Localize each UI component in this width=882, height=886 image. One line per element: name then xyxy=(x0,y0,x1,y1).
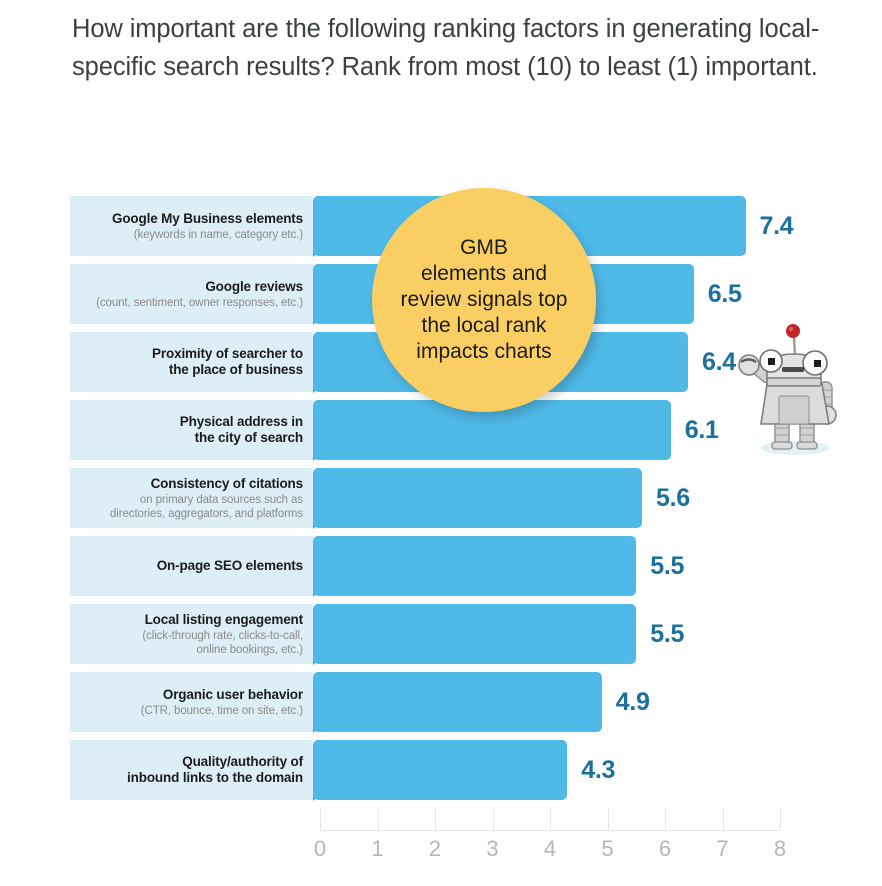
category-label: Proximity of searcher to the place of bu… xyxy=(70,332,308,392)
x-tick-mark xyxy=(435,808,436,830)
x-tick-label: 8 xyxy=(773,836,787,861)
category-label-sub: (count, sentiment, owner responses, etc.… xyxy=(96,296,303,309)
x-tick-label: 7 xyxy=(716,836,729,861)
x-tick-mark xyxy=(550,808,551,830)
bar-value-label: 7.4 xyxy=(759,211,794,240)
bar-value-label: 4.3 xyxy=(581,755,616,784)
x-tick-mark xyxy=(607,808,609,830)
x-tick-mark xyxy=(320,808,321,830)
x-tick-mark xyxy=(722,808,724,830)
bar-value-label: 5.6 xyxy=(656,483,690,512)
callout-bubble: GMB elements and review signals top the … xyxy=(372,188,596,412)
category-label-main: Local listing engagement xyxy=(144,611,304,627)
x-tick-label: 6 xyxy=(658,836,672,861)
category-label-sub: (click-through rate, clicks-to-call, onl… xyxy=(142,629,303,656)
category-label-main: Physical address in the city of search xyxy=(179,414,303,445)
axis-line xyxy=(320,830,780,831)
category-label-sub: (keywords in name, category etc.) xyxy=(133,228,303,241)
category-label-main: Google reviews xyxy=(205,278,303,294)
category-label: Physical address in the city of search xyxy=(70,400,308,460)
x-tick-mark xyxy=(665,808,666,830)
x-tick-label: 4 xyxy=(543,836,557,861)
category-label-main: Quality/authority of inbound links to th… xyxy=(127,754,303,785)
x-tick-mark xyxy=(492,808,494,830)
category-label: Google reviews (count, sentiment, owner r… xyxy=(70,264,308,324)
bar-value-label: 5.5 xyxy=(650,619,685,648)
category-label-main: On-page SEO elements xyxy=(156,558,303,573)
category-label-sub: (CTR, bounce, time on site, etc.) xyxy=(140,704,303,717)
category-label: On-page SEO elements xyxy=(70,536,308,596)
category-label-main: Organic user behavior xyxy=(162,686,303,702)
x-tick-mark xyxy=(377,808,379,830)
x-tick-mark xyxy=(780,808,781,830)
x-tick-label: 5 xyxy=(601,836,614,861)
x-tick-label: 0 xyxy=(313,836,327,861)
category-label: Organic user behavior (CTR, bounce, time … xyxy=(70,672,308,732)
bar xyxy=(313,468,642,528)
category-label: Quality/authority of inbound links to th… xyxy=(70,740,308,800)
robot-mascot-icon xyxy=(737,322,849,457)
x-tick-label: 3 xyxy=(486,836,499,861)
bar-value-label: 6.5 xyxy=(707,279,742,308)
category-label: Local listing engagement (click-through r… xyxy=(70,604,308,664)
callout-text: GMB elements and review signals top the … xyxy=(400,236,568,363)
x-axis: 0 1 2 3 4 5 6 7 8 xyxy=(0,800,882,880)
x-tick-label: 1 xyxy=(371,836,384,861)
bar-chart: Google My Business elements (keywords in … xyxy=(0,0,882,886)
bar xyxy=(313,672,602,732)
bar xyxy=(313,740,568,800)
bar-value-label: 4.9 xyxy=(615,687,650,716)
category-label-main: Proximity of searcher to the place of bu… xyxy=(152,346,303,377)
category-label-main: Google My Business elements xyxy=(111,210,303,226)
bar xyxy=(313,536,637,596)
bar-value-label: 6.4 xyxy=(702,347,736,376)
bar-value-label: 6.1 xyxy=(684,415,719,444)
category-label: Consistency of citations on primary data … xyxy=(70,468,308,528)
category-label-sub: on primary data sources such as director… xyxy=(110,493,303,520)
x-tick-label: 2 xyxy=(428,836,442,861)
bar-value-label: 5.5 xyxy=(650,551,685,580)
category-label-main: Consistency of citations xyxy=(150,475,304,491)
bar xyxy=(313,604,637,664)
category-label: Google My Business elements (keywords in … xyxy=(70,196,308,256)
